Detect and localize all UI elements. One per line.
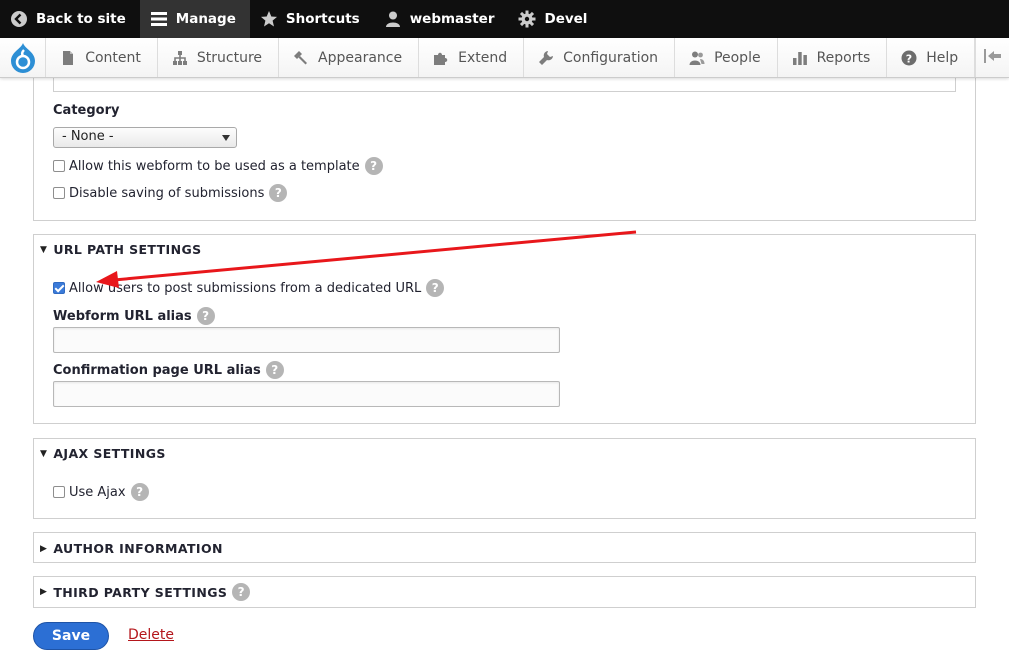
- third-party-settings-title: THIRD PARTY SETTINGS: [53, 584, 228, 600]
- bar-chart-icon: [792, 50, 808, 66]
- svg-text:?: ?: [906, 52, 912, 65]
- tray-label-reports: Reports: [816, 49, 871, 66]
- tray-label-extend: Extend: [458, 49, 508, 66]
- tray-item-appearance[interactable]: Appearance: [279, 38, 420, 77]
- category-label-text: Category: [53, 103, 120, 118]
- save-button[interactable]: Save: [33, 622, 109, 650]
- tray-item-content[interactable]: Content: [46, 38, 158, 77]
- tray-item-people[interactable]: People: [675, 38, 778, 77]
- tray-label-appearance: Appearance: [318, 49, 403, 66]
- dedicated-url-option: Allow users to post submissions from a d…: [53, 279, 445, 297]
- sitemap-icon: [172, 50, 188, 66]
- tray-label-configuration: Configuration: [563, 49, 659, 66]
- paintbrush-icon: [293, 50, 309, 66]
- dedicated-url-checkbox[interactable]: [53, 282, 65, 294]
- admin-menu-tray: Content Structure Appearance Extend Conf…: [0, 38, 1009, 78]
- template-checkbox-label[interactable]: Allow this webform to be used as a templ…: [69, 159, 360, 174]
- help-icon[interactable]: ?: [364, 157, 383, 175]
- category-label: Category: [53, 103, 119, 118]
- collapsed-triangle-icon: ▶: [40, 587, 48, 597]
- webform-url-alias-input[interactable]: [53, 327, 560, 353]
- form-content: Category - None - Allow this webform to …: [0, 0, 1009, 656]
- ajax-settings-title: AJAX SETTINGS: [53, 446, 166, 461]
- author-information-title: AUTHOR INFORMATION: [53, 541, 223, 556]
- ajax-settings-legend[interactable]: ▼ AJAX SETTINGS: [40, 446, 166, 461]
- collapse-icon: [983, 48, 1002, 67]
- webform-url-alias-label: Webform URL alias ?: [53, 307, 215, 325]
- document-icon: [60, 50, 76, 66]
- template-option: Allow this webform to be used as a templ…: [53, 157, 383, 175]
- people-icon: [689, 50, 705, 66]
- disable-saving-checkbox-label[interactable]: Disable saving of submissions: [69, 186, 264, 201]
- url-path-settings-legend[interactable]: ▼ URL PATH SETTINGS: [40, 242, 202, 257]
- dedicated-url-checkbox-label[interactable]: Allow users to post submissions from a d…: [69, 281, 421, 296]
- confirmation-url-alias-label: Confirmation page URL alias ?: [53, 361, 284, 379]
- tray-item-help[interactable]: ? Help: [887, 38, 976, 77]
- wrench-icon: [538, 50, 554, 66]
- help-icon[interactable]: ?: [232, 583, 251, 601]
- tray-label-people: People: [714, 49, 761, 66]
- help-icon[interactable]: ?: [269, 184, 288, 202]
- tray-item-extend[interactable]: Extend: [419, 38, 525, 77]
- webform-url-alias-label-text: Webform URL alias: [53, 308, 192, 324]
- tray-label-help: Help: [926, 49, 959, 66]
- third-party-settings-legend[interactable]: ▶ THIRD PARTY SETTINGS ?: [40, 583, 251, 601]
- delete-link[interactable]: Delete: [128, 627, 174, 643]
- tray-label-structure: Structure: [196, 49, 263, 66]
- category-select-value: - None -: [62, 129, 114, 144]
- confirmation-url-alias-input[interactable]: [53, 381, 560, 407]
- drupal-logo-icon[interactable]: [0, 38, 47, 77]
- tray-item-configuration[interactable]: Configuration: [524, 38, 676, 77]
- disable-saving-option: Disable saving of submissions ?: [53, 184, 288, 202]
- tray-item-reports[interactable]: Reports: [778, 38, 888, 77]
- url-path-settings-title: URL PATH SETTINGS: [53, 242, 202, 257]
- tray-label-content: Content: [85, 49, 141, 66]
- expanded-triangle-icon: ▼: [40, 448, 48, 459]
- expanded-triangle-icon: ▼: [40, 244, 48, 255]
- use-ajax-option: Use Ajax ?: [53, 483, 149, 501]
- confirmation-url-alias-label-text: Confirmation page URL alias: [53, 362, 261, 378]
- collapsed-triangle-icon: ▶: [40, 543, 48, 554]
- template-checkbox[interactable]: [53, 160, 65, 172]
- chevron-down-icon: [222, 135, 230, 141]
- help-icon[interactable]: ?: [196, 307, 215, 325]
- tray-orientation-toggle[interactable]: [975, 38, 1009, 77]
- question-icon: ?: [901, 50, 917, 66]
- puzzle-icon: [433, 50, 449, 66]
- ajax-settings-fieldset: [33, 438, 976, 519]
- tray-item-structure[interactable]: Structure: [158, 38, 280, 77]
- category-select[interactable]: - None -: [53, 127, 237, 148]
- use-ajax-checkbox-label[interactable]: Use Ajax: [69, 485, 126, 500]
- help-icon[interactable]: ?: [265, 361, 284, 379]
- help-icon[interactable]: ?: [130, 483, 149, 501]
- help-icon[interactable]: ?: [426, 279, 445, 297]
- use-ajax-checkbox[interactable]: [53, 486, 65, 498]
- disable-saving-checkbox[interactable]: [53, 187, 65, 199]
- author-information-legend[interactable]: ▶ AUTHOR INFORMATION: [40, 541, 223, 556]
